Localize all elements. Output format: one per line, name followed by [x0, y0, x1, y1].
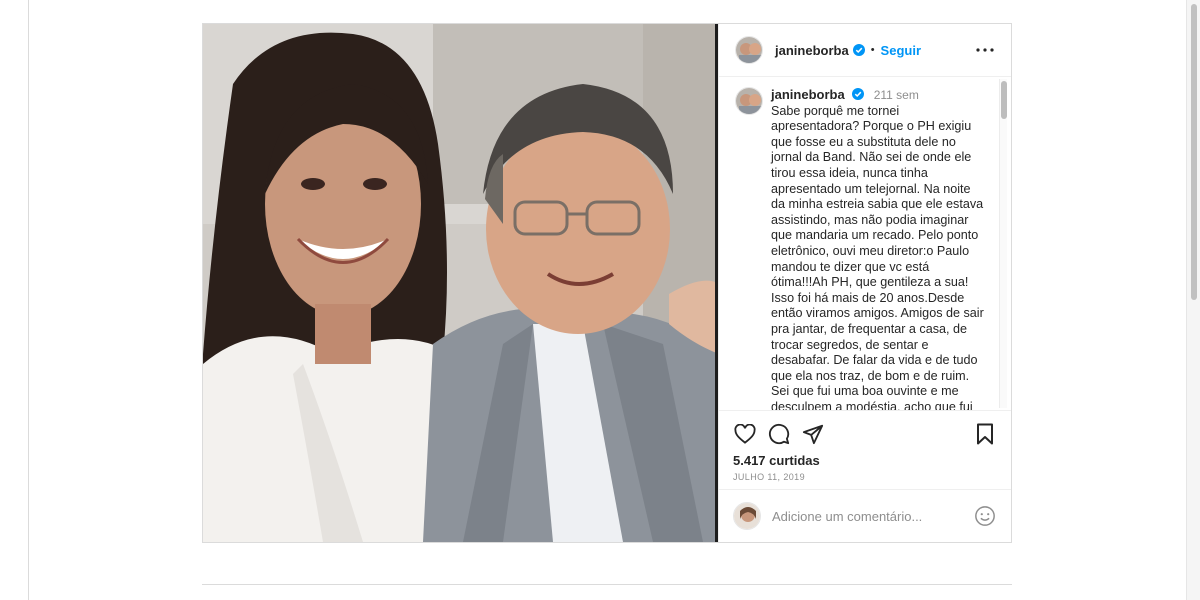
caption: janineborba 211 sem Sabe porquê me torne… — [735, 87, 991, 410]
author-avatar[interactable] — [735, 36, 763, 64]
caption-username[interactable]: janineborba — [771, 87, 845, 102]
verified-badge-icon — [852, 44, 865, 56]
action-bar — [733, 419, 997, 449]
heart-icon[interactable] — [733, 422, 757, 446]
post-photo[interactable] — [203, 24, 719, 542]
page-scrollbar[interactable] — [1186, 0, 1200, 600]
photo-edge — [715, 24, 718, 542]
separator-dot: • — [870, 44, 875, 56]
comments-scrollbar[interactable] — [999, 79, 1007, 408]
left-divider — [28, 0, 29, 600]
paper-plane-icon[interactable] — [801, 422, 825, 446]
add-comment-bar — [719, 489, 1011, 542]
comments-scrollbar-thumb[interactable] — [1001, 81, 1007, 119]
post-date[interactable]: JULHO 11, 2019 — [733, 472, 997, 482]
bookmark-icon[interactable] — [973, 422, 997, 446]
smiley-icon[interactable] — [973, 504, 997, 528]
likes-count[interactable]: 5.417 curtidas — [733, 453, 997, 468]
comment-bubble-icon[interactable] — [767, 422, 791, 446]
viewer-avatar — [733, 502, 761, 530]
post-header: janineborba • Seguir — [719, 24, 1011, 77]
comment-input[interactable] — [772, 508, 973, 524]
bottom-divider — [202, 584, 1012, 585]
caption-time[interactable]: 211 sem — [874, 88, 919, 102]
verified-badge-icon — [852, 88, 865, 100]
caption-author-avatar[interactable] — [735, 87, 763, 115]
author-username[interactable]: janineborba — [775, 43, 849, 58]
instagram-post: janineborba • Seguir janineborba 211 sem… — [202, 23, 1012, 543]
caption-text: Sabe porquê me tornei apresentadora? Por… — [771, 103, 984, 410]
photo-image — [203, 24, 718, 542]
page-scrollbar-thumb[interactable] — [1191, 4, 1197, 300]
comments-area[interactable]: janineborba 211 sem Sabe porquê me torne… — [719, 77, 1011, 410]
more-options-icon[interactable] — [973, 38, 997, 62]
post-actions-area: 5.417 curtidas JULHO 11, 2019 — [719, 410, 1011, 488]
post-side-panel: janineborba • Seguir janineborba 211 sem… — [719, 24, 1011, 542]
page: janineborba • Seguir janineborba 211 sem… — [0, 0, 1200, 600]
follow-button[interactable]: Seguir — [881, 43, 921, 58]
